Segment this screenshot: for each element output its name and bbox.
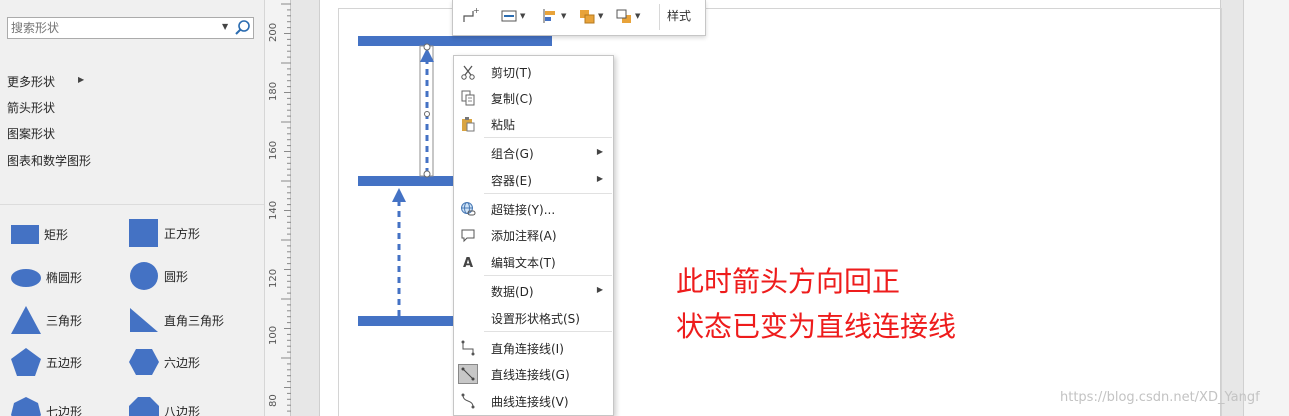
menu-item-curved-connector[interactable]: 曲线连接线(V) [455,388,613,413]
toolbar-separator [659,4,660,30]
submenu-arrow-icon: ▶ [596,147,603,156]
scissors-icon [458,62,478,82]
hyperlink-icon [458,199,478,219]
menu-item-label: 超链接(Y)... [491,203,556,217]
copy-icon [458,88,478,108]
menu-item-group[interactable]: 组合(G) ▶ [455,140,613,165]
submenu-arrow-icon: ▶ [596,174,603,183]
bring-forward-button[interactable]: ▼ [578,6,603,26]
menu-item-label: 设置形状格式(S) [491,312,580,326]
text-icon: A [458,252,478,272]
menu-item-label: 数据(D) [491,285,534,299]
line-style-button[interactable]: ▼ [500,6,525,26]
menu-item-label: 直线连接线(G) [491,368,570,382]
menu-item-label: 组合(G) [491,147,534,161]
menu-separator [484,193,612,194]
straight-connector-icon [458,364,478,384]
curved-connector-icon [458,391,478,411]
menu-item-container[interactable]: 容器(E) ▶ [455,167,613,192]
right-scroll-area[interactable] [1243,0,1289,416]
menu-item-label: 剪切(T) [491,66,532,80]
selected-dashed-arrow-connector[interactable] [419,43,434,178]
caret-down-icon: ▼ [561,12,567,20]
menu-item-paste[interactable]: 粘贴 [455,111,613,136]
menu-separator [484,137,612,138]
menu-item-label: 直角连接线(I) [491,342,564,356]
bring-forward-icon [580,10,595,24]
top-bar-shape[interactable] [358,36,552,46]
annotation-line-2: 状态已变为直线连接线 [676,310,957,343]
submenu-arrow-icon: ▶ [596,285,603,294]
menu-item-edit-text[interactable]: A 编辑文本(T) [455,249,613,274]
caret-down-icon: ▼ [520,12,526,20]
menu-item-straight-connector[interactable]: 直线连接线(G) [455,361,613,386]
menu-item-cut[interactable]: 剪切(T) [455,59,613,84]
align-icon [543,9,555,23]
caret-down-icon: ▼ [598,12,604,20]
comment-icon [458,225,478,245]
diagram [358,36,552,326]
mini-toolbar: + ▼ ▼ ▼ ▼ 样式 [452,0,706,36]
menu-item-label: 添加注释(A) [491,229,557,243]
annotation-line-1: 此时箭头方向回正 [676,265,901,298]
menu-separator [484,275,612,276]
menu-item-right-angle-connector[interactable]: 直角连接线(I) [455,335,613,360]
menu-item-label: 复制(C) [491,92,533,106]
menu-item-hyperlink[interactable]: 超链接(Y)... [455,196,613,221]
menu-item-label: 粘贴 [491,118,516,132]
svg-text:A: A [463,256,473,270]
caret-down-icon: ▼ [635,12,641,20]
line-style-icon [501,10,517,22]
send-backward-button[interactable]: ▼ [615,6,640,26]
menu-item-label: 容器(E) [491,174,532,188]
context-menu: 剪切(T) 复制(C) 粘贴 组合(G) ▶ 容器(E) ▶ 超链接(Y)...… [453,55,614,416]
lower-dashed-arrow-connector[interactable] [392,188,406,316]
middle-bar-shape[interactable] [358,176,454,186]
paste-icon [458,114,478,134]
right-angle-connector-icon [458,338,478,358]
menu-item-label: 曲线连接线(V) [491,395,569,409]
connector-tool-icon: + [463,7,479,22]
menu-item-add-comment[interactable]: 添加注释(A) [455,222,613,247]
svg-text:+: + [473,7,479,15]
menu-item-data[interactable]: 数据(D) ▶ [455,278,613,303]
watermark: https://blog.csdn.net/XD_Yangf [1060,390,1260,405]
menu-item-format-shape[interactable]: 设置形状格式(S) [455,305,613,330]
menu-separator [484,331,612,332]
send-backward-icon [616,9,631,23]
menu-item-copy[interactable]: 复制(C) [455,85,613,110]
menu-item-label: 编辑文本(T) [491,256,556,270]
bottom-bar-shape[interactable] [358,316,454,326]
align-button[interactable]: ▼ [541,6,566,26]
connector-tool-button[interactable]: + [461,6,479,26]
style-button[interactable]: 样式 [667,7,691,24]
